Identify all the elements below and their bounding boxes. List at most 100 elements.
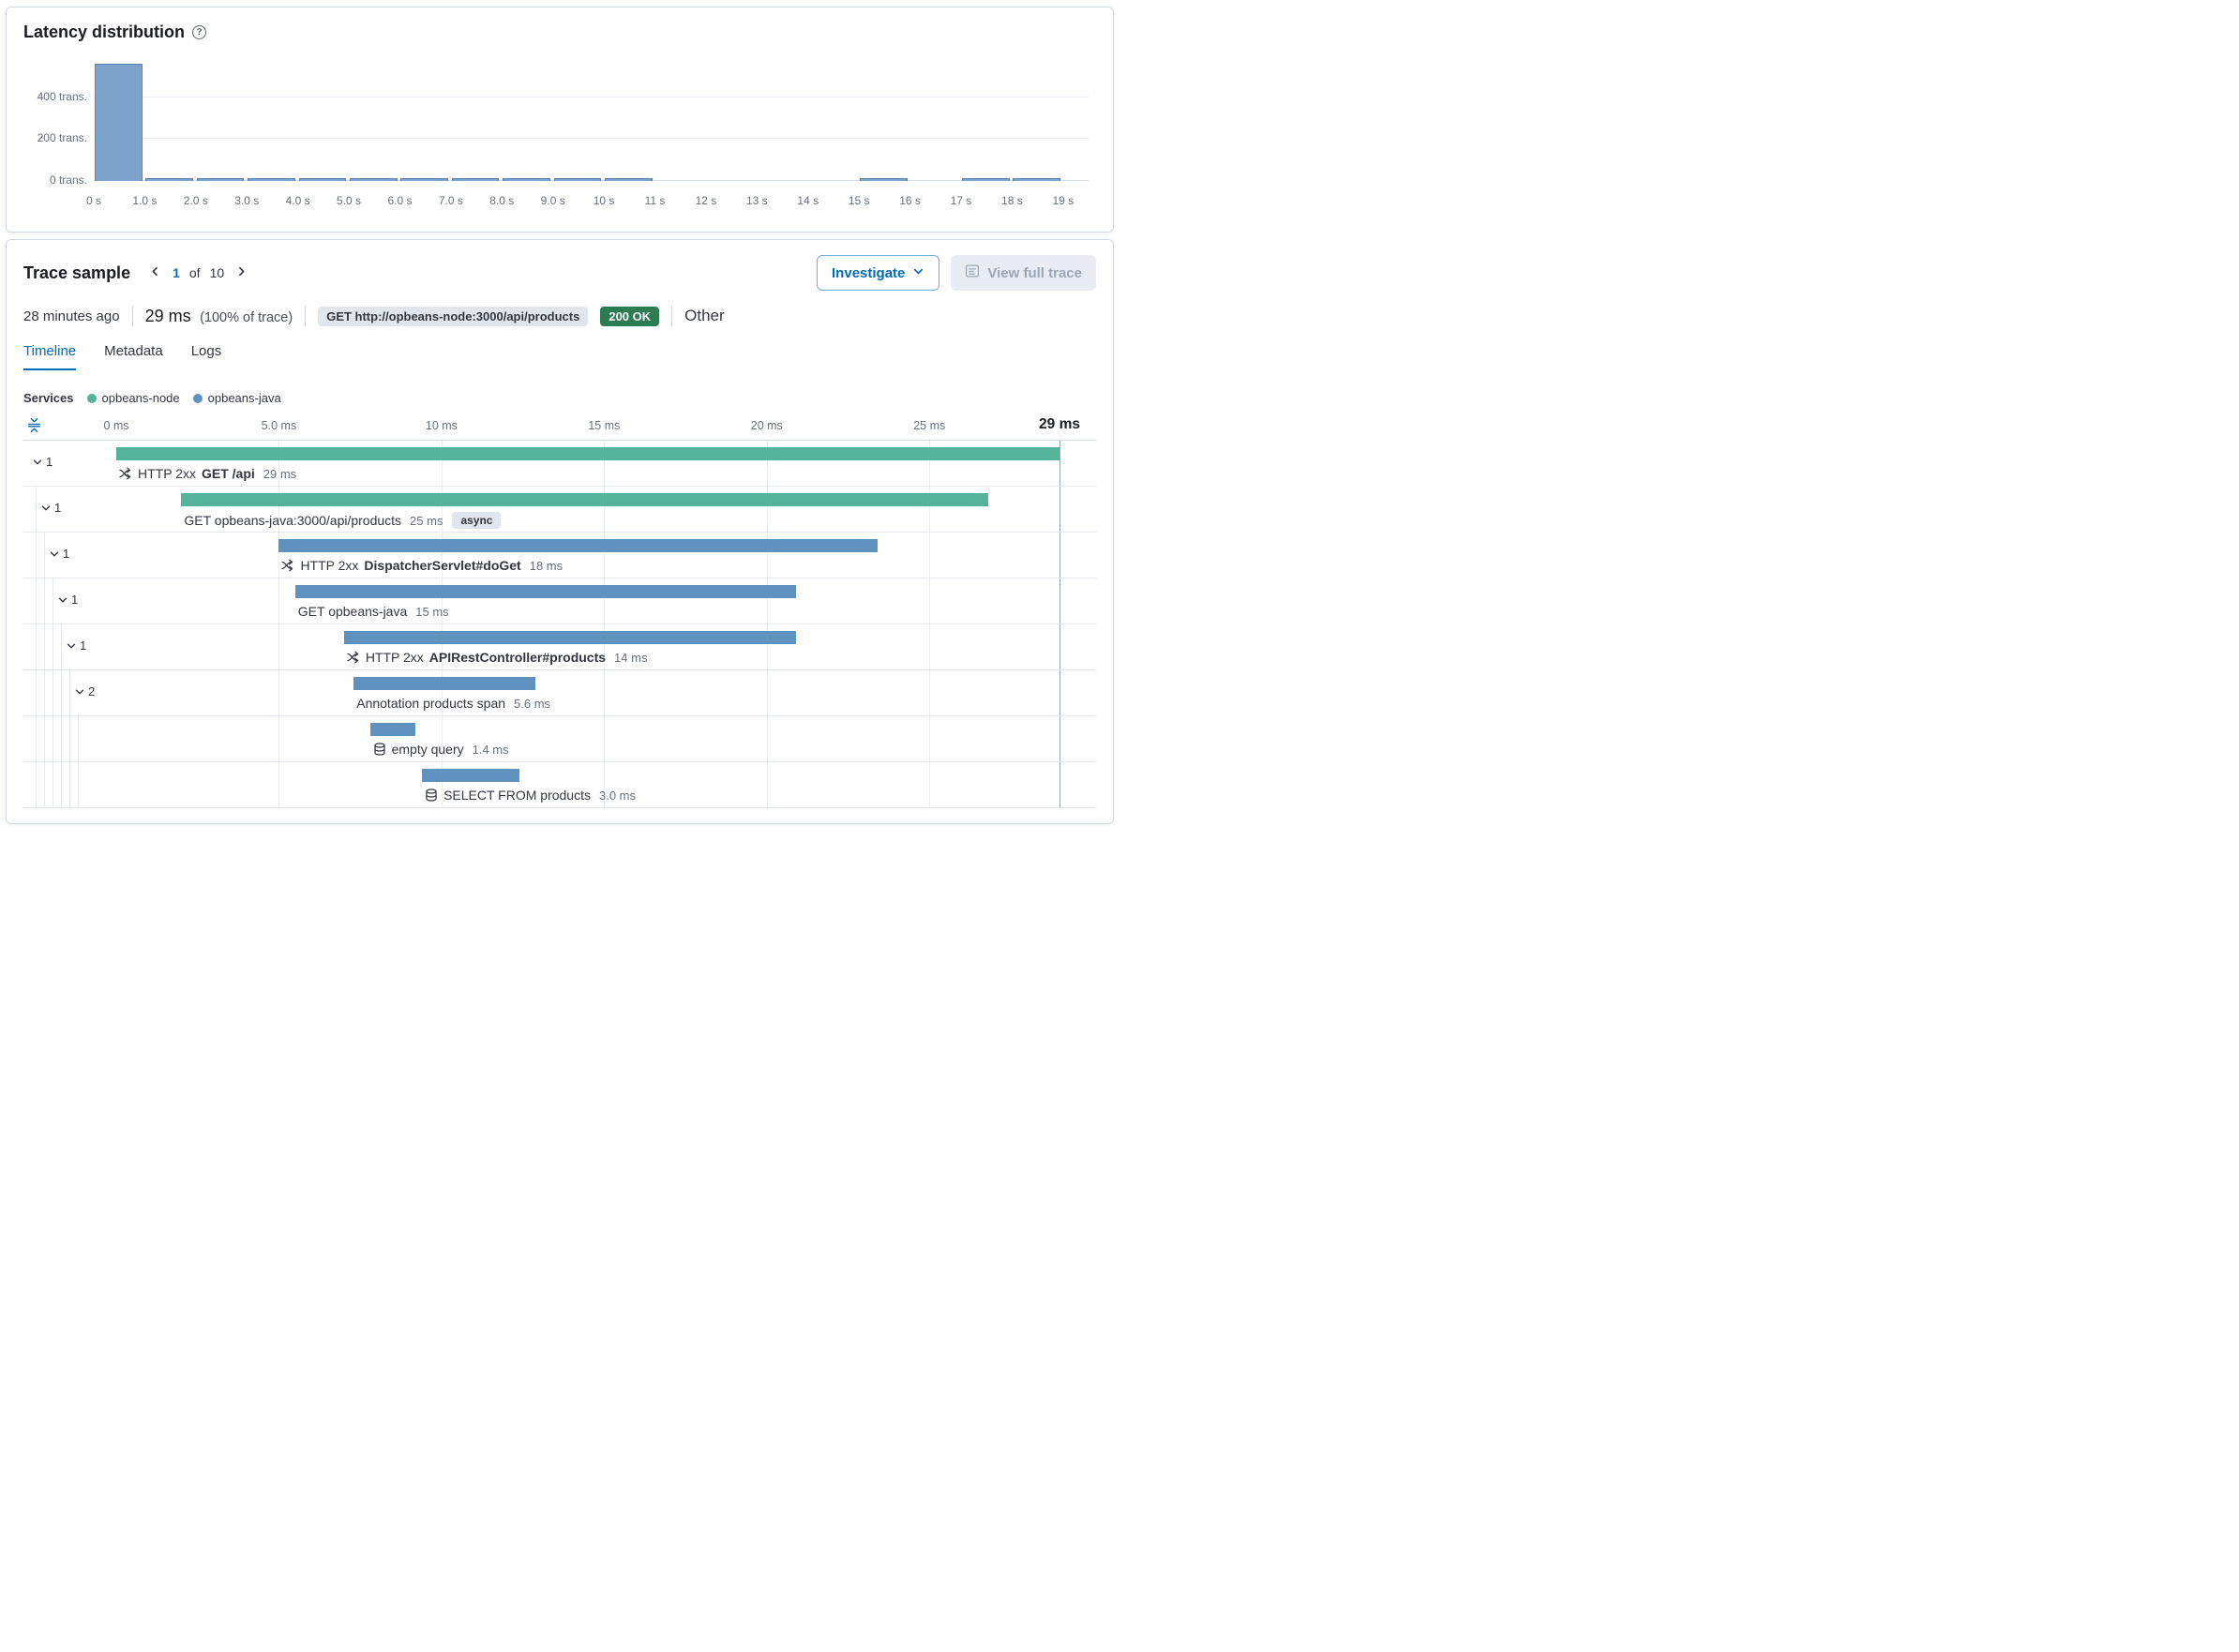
waterfall-row: 1GET opbeans-java15 ms <box>23 578 1096 624</box>
histogram-bar[interactable] <box>860 178 908 181</box>
hierarchy-line <box>36 670 37 715</box>
hierarchy-line <box>78 716 79 761</box>
waterfall-rows: 1 HTTP 2xxGET /api29 ms 1GET opbeans-java:… <box>23 440 1096 808</box>
accordion-toggle[interactable]: 1 <box>32 455 53 469</box>
chevron-down-icon <box>40 503 52 514</box>
current-trace-page[interactable]: 1 <box>173 265 180 280</box>
waterfall-bar[interactable] <box>116 447 1059 460</box>
waterfall-row: 1GET opbeans-java:3000/api/products25 ms… <box>23 487 1096 533</box>
accordion-toggle[interactable]: 2 <box>74 684 95 698</box>
accordion-toggle[interactable]: 1 <box>49 547 69 561</box>
waterfall-row: empty query1.4 ms <box>23 716 1096 762</box>
prev-trace-button[interactable] <box>147 263 163 282</box>
histogram-bar[interactable] <box>452 178 500 181</box>
hierarchy-line <box>44 533 45 578</box>
item-result-prefix: HTTP 2xx <box>300 558 358 573</box>
hierarchy-line <box>44 578 45 623</box>
tab-logs[interactable]: Logs <box>191 343 222 370</box>
waterfall-bar[interactable] <box>295 585 796 598</box>
waterfall-item-label: Annotation products span5.6 ms <box>356 696 550 711</box>
chevron-right-icon <box>235 265 248 280</box>
child-count: 2 <box>88 684 95 698</box>
item-result-prefix: HTTP 2xx <box>366 650 424 665</box>
hierarchy-line <box>44 624 45 669</box>
histogram-bar[interactable] <box>554 178 602 181</box>
service-name: opbeans-java <box>208 391 281 405</box>
timeline-tick-label: 15 ms <box>588 419 620 432</box>
item-duration: 14 ms <box>614 651 647 665</box>
view-full-trace-button[interactable]: View full trace <box>951 255 1096 291</box>
latency-x-axis: 0 s1.0 s2.0 s3.0 s4.0 s5.0 s6.0 s7.0 s8.… <box>94 190 1089 209</box>
next-trace-button[interactable] <box>233 263 249 282</box>
investigate-button[interactable]: Investigate <box>817 255 939 291</box>
x-tick-label: 4.0 s <box>286 194 310 207</box>
histogram-bar[interactable] <box>605 178 653 181</box>
service-dot-green <box>87 394 97 403</box>
histogram-bar[interactable] <box>145 178 193 181</box>
timeline-tick-label: 5.0 ms <box>262 419 297 432</box>
legend-item-opbeans-node: opbeans-node <box>87 391 180 405</box>
x-tick-label: 19 s <box>1052 194 1074 207</box>
histogram-bar[interactable] <box>400 178 448 181</box>
x-tick-label: 16 s <box>899 194 921 207</box>
x-tick-label: 11 s <box>645 194 666 207</box>
waterfall-bar[interactable] <box>181 493 987 506</box>
service-name: opbeans-node <box>102 391 180 405</box>
trace-sample-title: Trace sample <box>23 263 130 283</box>
histogram-bar[interactable] <box>962 178 1010 181</box>
waterfall-bar[interactable] <box>422 769 519 782</box>
latency-distribution-panel: Latency distribution 0 trans.200 trans.4… <box>6 7 1114 233</box>
hierarchy-line <box>78 762 79 807</box>
tab-metadata[interactable]: Metadata <box>104 343 163 370</box>
view-full-trace-label: View full trace <box>987 265 1082 281</box>
pagination-of-label: of <box>189 265 201 280</box>
trace-duration-percent: (100% of trace) <box>200 310 293 325</box>
hierarchy-line <box>61 624 62 669</box>
histogram-bar[interactable] <box>95 64 143 181</box>
latency-panel-title: Latency distribution <box>23 23 185 42</box>
histogram-bar[interactable] <box>299 178 347 181</box>
waterfall-row: 1 HTTP 2xxGET /api29 ms <box>23 441 1096 487</box>
child-count: 1 <box>80 638 86 653</box>
waterfall-row: 2 Annotation products span5.6 ms <box>23 670 1096 716</box>
x-tick-label: 14 s <box>797 194 819 207</box>
waterfall-axis: 0 ms5.0 ms10 ms15 ms20 ms25 ms29 ms <box>23 414 1096 440</box>
hierarchy-line <box>61 716 62 761</box>
item-name: empty query <box>392 742 464 757</box>
waterfall-bar[interactable] <box>370 723 416 736</box>
waterfall-bar[interactable] <box>278 539 877 552</box>
x-tick-label: 18 s <box>1001 194 1023 207</box>
hierarchy-line <box>44 762 45 807</box>
histogram-bar[interactable] <box>248 178 295 181</box>
accordion-toggle[interactable]: 1 <box>40 501 61 515</box>
x-tick-label: 7.0 s <box>439 194 463 207</box>
chevron-down-icon <box>57 594 68 606</box>
chevron-left-icon <box>149 265 161 280</box>
hierarchy-line <box>69 716 70 761</box>
horizontal-gridline <box>94 138 1089 139</box>
tab-timeline[interactable]: Timeline <box>23 343 76 370</box>
histogram-bar[interactable] <box>503 178 550 181</box>
histogram-bar[interactable] <box>197 178 245 181</box>
item-name: APIRestController#products <box>429 650 606 665</box>
histogram-bar[interactable] <box>350 178 398 181</box>
chevron-down-icon <box>49 548 60 560</box>
accordion-toggle[interactable]: 1 <box>57 593 78 607</box>
timeline-fold-button[interactable] <box>26 417 42 436</box>
histogram-bar[interactable] <box>1013 178 1060 181</box>
trace-sample-panel: Trace sample 1 of 10 Investigate <box>6 239 1114 824</box>
timeline-tick-label: 10 ms <box>426 419 458 432</box>
divider <box>671 306 672 326</box>
transaction-icon <box>119 467 132 480</box>
item-duration: 5.6 ms <box>514 697 550 711</box>
accordion-toggle[interactable]: 1 <box>66 638 86 653</box>
waterfall-bar[interactable] <box>353 677 535 690</box>
trace-timestamp: 28 minutes ago <box>23 308 120 324</box>
waterfall-row: 1HTTP 2xxDispatcherServlet#doGet18 ms <box>23 533 1096 578</box>
waterfall-bar[interactable] <box>344 631 796 644</box>
waterfall-item-label: HTTP 2xxGET /api29 ms <box>119 466 296 481</box>
help-icon[interactable] <box>192 25 206 39</box>
trace-tabs: Timeline Metadata Logs <box>23 343 1096 370</box>
legend-item-opbeans-java: opbeans-java <box>193 391 281 405</box>
trace-pagination: 1 of 10 <box>147 263 249 282</box>
